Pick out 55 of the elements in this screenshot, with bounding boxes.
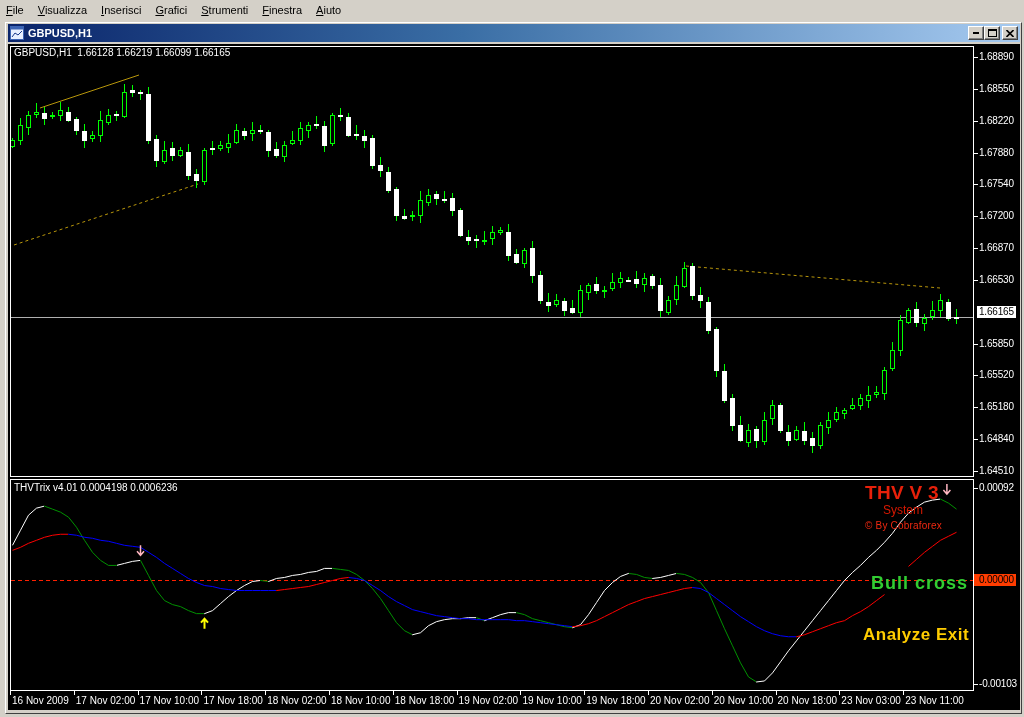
time-label: 20 Nov 10:00 [711, 691, 776, 708]
time-label: 17 Nov 18:00 [201, 691, 266, 708]
signal-text: Bull cross [871, 574, 969, 594]
price-label: 1.66530 [974, 273, 1014, 286]
down-arrow-icon [942, 483, 952, 496]
minimize-button[interactable] [968, 26, 984, 40]
price-label: 1.68550 [974, 82, 1014, 95]
chart-header: GBPUSD,H1 1.66128 1.66219 1.66099 1.66165 [14, 47, 231, 59]
time-label: 16 Nov 2009 [10, 691, 74, 708]
indicator-title: THV V 3 [865, 483, 939, 504]
time-label: 23 Nov 03:00 [839, 691, 904, 708]
time-label: 20 Nov 18:00 [775, 691, 840, 708]
price-label: 1.68890 [974, 51, 1014, 63]
down-arrow-icon [136, 544, 145, 557]
level-value-tag: 0.00000 [974, 574, 1016, 587]
close-icon [1006, 29, 1014, 37]
price-label: 1.67880 [974, 146, 1014, 159]
action-text: Analyze Exit [863, 626, 970, 645]
price-label: 1.67200 [974, 210, 1014, 223]
price-label: 1.65520 [974, 369, 1014, 382]
time-label: 17 Nov 10:00 [137, 691, 202, 708]
current-price-tag: 1.66165 [977, 305, 1016, 318]
price-label: 1.68220 [974, 114, 1014, 127]
menu-item[interactable]: Inserisci [94, 1, 149, 19]
axis-label: 0.00092 [974, 482, 1016, 495]
indicator-header: THVTrix v4.01 0.0004198 0.0006236 [14, 482, 178, 494]
maximize-button[interactable] [984, 26, 1000, 40]
time-label: 20 Nov 02:00 [647, 691, 712, 708]
maximize-icon [987, 29, 997, 37]
close-button[interactable] [1002, 26, 1018, 40]
price-label: 1.64510 [974, 464, 1014, 477]
time-label: 19 Nov 02:00 [456, 691, 521, 708]
price-label: 1.64840 [974, 433, 1014, 446]
time-label: 23 Nov 11:00 [903, 691, 967, 708]
window-title: GBPUSD,H1 [28, 26, 93, 40]
menu-item[interactable]: Aiuto [309, 1, 349, 19]
time-label: 17 Nov 02:00 [73, 691, 138, 708]
chart-window-icon [10, 26, 24, 40]
minimize-icon [973, 32, 979, 34]
price-label: 1.67540 [974, 178, 1014, 191]
menu-item[interactable]: Visualizza [30, 1, 95, 19]
menu-item[interactable]: Strumenti [194, 1, 256, 19]
price-label: 1.65850 [974, 337, 1014, 350]
time-label: 19 Nov 18:00 [584, 691, 648, 708]
menu-item[interactable]: Finestra [255, 1, 310, 19]
price-label: 1.66870 [974, 242, 1014, 255]
time-label: 19 Nov 10:00 [520, 691, 585, 708]
time-label: 18 Nov 02:00 [265, 691, 329, 708]
time-label: 18 Nov 10:00 [329, 691, 393, 708]
menu-item[interactable]: File [0, 1, 31, 19]
up-arrow-icon [200, 617, 209, 630]
axis-label: -0.00103 [974, 677, 1019, 690]
price-label: 1.65180 [974, 401, 1014, 414]
time-label: 18 Nov 18:00 [392, 691, 457, 708]
menu-item[interactable]: Grafici [148, 1, 195, 19]
